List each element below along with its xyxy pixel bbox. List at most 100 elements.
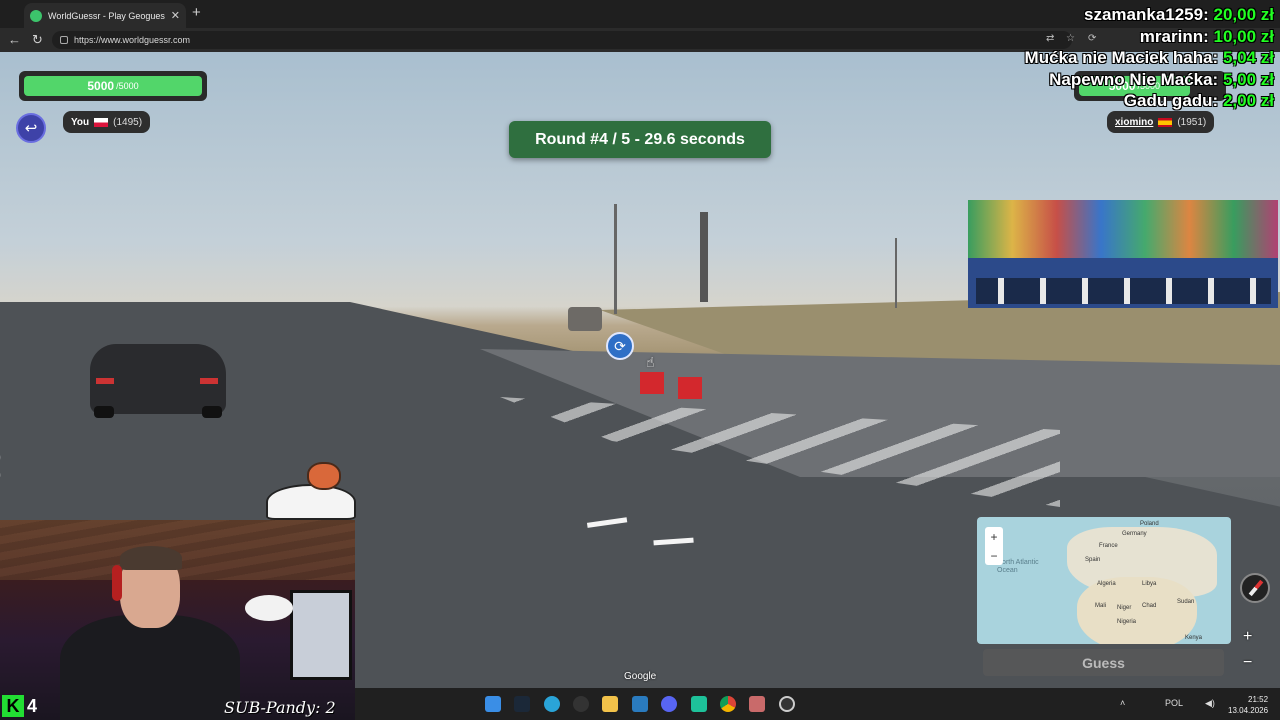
clock-date: 13.04.2026	[1228, 706, 1269, 715]
road-barrier	[678, 377, 702, 399]
wheel	[202, 406, 222, 418]
donor-name: Gadu gadu:	[1123, 91, 1219, 110]
map-label: Spain	[1085, 557, 1101, 563]
browser-tab[interactable]: WorldGuessr - Play Geoguessr for ✕	[24, 3, 186, 28]
streamer-hair	[120, 546, 182, 570]
tab-close-icon[interactable]: ✕	[171, 9, 180, 22]
minimap-zoom-in-button[interactable]: +	[990, 530, 997, 544]
windows-taskbar: ˄ POL ◀)	[355, 688, 1280, 720]
opponent-name[interactable]: xiomino	[1115, 117, 1153, 128]
chrome-icon[interactable]	[720, 696, 736, 712]
loading-docks	[976, 278, 1271, 304]
utility-pole	[614, 204, 617, 314]
compass-icon[interactable]	[1240, 573, 1270, 603]
store-icon[interactable]	[632, 696, 648, 712]
donation-entry: mrarinn: 10,00 zł	[1025, 26, 1274, 48]
language-indicator[interactable]: POL	[1165, 698, 1183, 708]
warehouse-building	[968, 200, 1278, 308]
guess-button[interactable]: Guess	[983, 649, 1224, 676]
donation-entry: szamanka1259: 20,00 zł	[1025, 4, 1274, 26]
donor-name: Napewno Nie Maćka:	[1049, 69, 1219, 89]
map-label: France	[1099, 543, 1118, 549]
map-label: Libya	[1142, 581, 1157, 587]
back-arrow-icon[interactable]: ←	[8, 32, 21, 47]
map-label: Algeria	[1097, 581, 1116, 587]
tail-light	[200, 378, 218, 384]
panda-body	[266, 484, 356, 520]
url-text: https://www.worldguessr.com	[74, 35, 191, 45]
map-label: Nigeria	[1117, 619, 1137, 625]
map-label: Poland	[1140, 521, 1159, 527]
road-barrier	[640, 372, 664, 394]
tab-title: WorldGuessr - Play Geoguessr for	[48, 10, 165, 21]
lamp-pole	[895, 238, 897, 308]
map-label: Chad	[1142, 603, 1157, 609]
tray-chevron-icon[interactable]: ˄	[1120, 698, 1125, 708]
donation-amount: 5,00 zł	[1222, 69, 1274, 89]
streamer-webcam	[0, 520, 355, 720]
street-view-zoom-in-button[interactable]: +	[1243, 628, 1252, 646]
file-explorer-icon[interactable]	[602, 696, 618, 712]
panda-sticker-image	[262, 462, 360, 520]
street-view-zoom-out-button[interactable]: −	[1243, 654, 1252, 672]
taskbar-clock[interactable]: 21:52 13.04.2026	[1228, 694, 1268, 716]
obs-icon[interactable]	[779, 696, 795, 712]
url-field[interactable]: https://www.worldguessr.com	[52, 31, 1072, 49]
site-info-icon[interactable]	[60, 36, 68, 44]
streamer-body	[60, 615, 240, 720]
panorama-marker-icon[interactable]: ⟳	[606, 332, 634, 360]
sub-counter: SUB-Pandy: 2	[224, 698, 336, 717]
app-icon[interactable]	[691, 696, 707, 712]
map-label: Germany	[1122, 531, 1147, 537]
poland-flag-icon	[94, 117, 109, 127]
player-elo: (1495)	[113, 116, 143, 128]
donation-amount: 5,04 zł	[1222, 48, 1274, 67]
tail-light	[96, 378, 114, 384]
minimap-zoom-controls: + −	[985, 527, 1003, 565]
app-icon[interactable]	[749, 696, 765, 712]
windows-start-icon[interactable]	[485, 696, 501, 712]
mouse-cursor-icon: ☝	[646, 354, 655, 370]
player-health-value: 5000	[87, 79, 115, 93]
opponent-elo: (1951)	[1177, 116, 1207, 128]
donor-name: szamanka1259:	[1084, 5, 1209, 24]
exit-game-button[interactable]: ↩	[16, 113, 46, 143]
player-health-fill: 5000 /5000	[24, 76, 202, 96]
donation-entry: Gadu gadu: 2,00 zł	[1025, 90, 1274, 112]
compass-needle	[1248, 579, 1264, 597]
van	[568, 307, 602, 331]
red-panda-figure	[307, 462, 341, 490]
map-label: Mali	[1095, 603, 1107, 609]
donation-entry: Mućka nie Maciek haha: 5,04 zł	[1025, 47, 1274, 69]
donor-name: mrarinn:	[1139, 26, 1209, 46]
spain-flag-icon	[1158, 117, 1173, 127]
player-name: You	[71, 116, 90, 128]
panda-plushies	[245, 595, 293, 621]
minimap-zoom-out-button[interactable]: −	[990, 549, 997, 563]
donation-amount: 2,00 zł	[1222, 91, 1274, 110]
navigation-arrow-icon[interactable]	[653, 537, 695, 559]
discord-icon[interactable]	[661, 696, 677, 712]
player-health-bar: 5000 /5000	[19, 71, 207, 101]
player-info: You (1495)	[63, 111, 151, 133]
warehouse-mural	[968, 200, 1278, 258]
volume-icon[interactable]: ◀)	[1205, 698, 1215, 709]
donation-overlay: szamanka1259: 20,00 zł mrarinn: 10,00 zł…	[1025, 4, 1274, 112]
donation-entry: Napewno Nie Maćka: 5,00 zł	[1025, 69, 1274, 91]
worldguessr-favicon-icon	[30, 9, 42, 22]
guess-minimap[interactable]: Poland Germany France Spain Algeria Liby…	[977, 517, 1231, 644]
steam-icon[interactable]	[514, 696, 530, 712]
map-label: Niger	[1117, 605, 1132, 611]
map-landmass-africa	[1077, 577, 1197, 644]
donor-name: Mućka nie Maciek haha:	[1024, 48, 1219, 67]
background-monitor	[290, 590, 352, 680]
reload-icon[interactable]: ↻	[32, 32, 43, 48]
edge-browser-icon[interactable]	[544, 696, 560, 712]
screen: WorldGuessr - Play Geoguessr for ✕ + ← ↻…	[0, 0, 1280, 720]
kick-logo-icon: K	[2, 695, 24, 717]
kick-viewer-count: 4	[27, 696, 38, 716]
app-icon[interactable]	[573, 696, 589, 712]
map-label: Sudan	[1177, 599, 1195, 605]
new-tab-button[interactable]: +	[192, 4, 201, 21]
headset-icon	[112, 565, 122, 601]
